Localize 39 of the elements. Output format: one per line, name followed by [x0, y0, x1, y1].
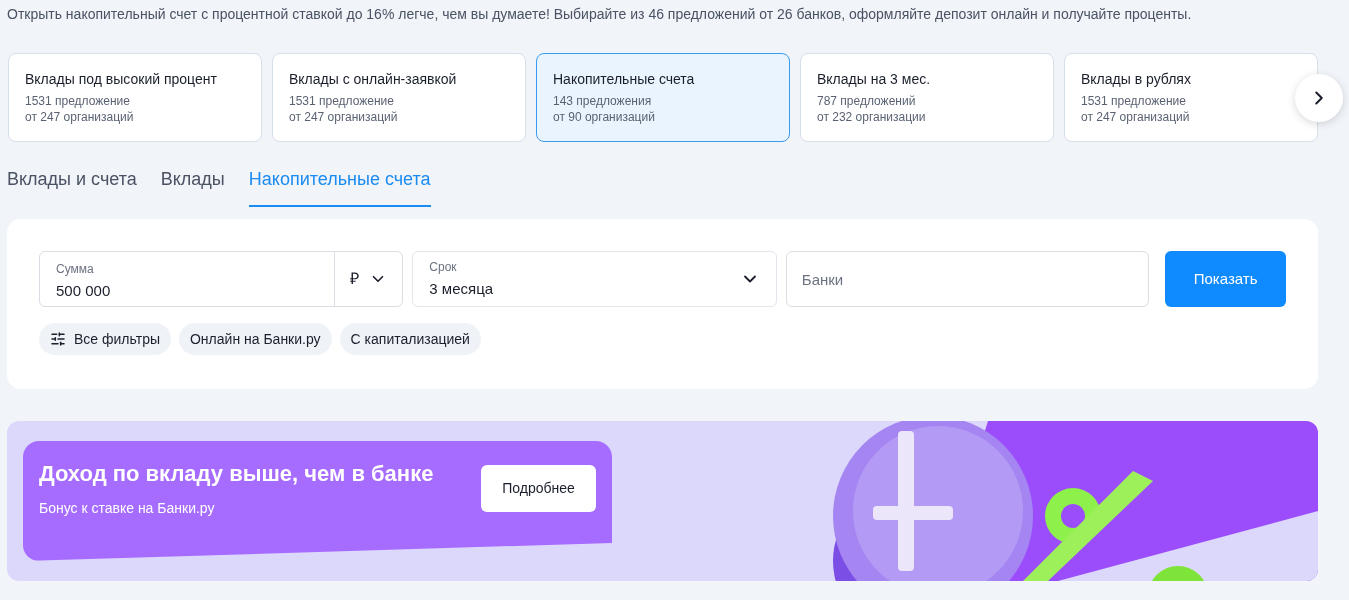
amount-field[interactable]: Сумма 500 000 ₽ [39, 251, 404, 307]
category-title: Вклады в рублях [1081, 70, 1192, 88]
organization-count: от 90 организаций [553, 109, 656, 125]
field-label: Сумма [56, 261, 95, 278]
offer-count: 143 предложения [553, 93, 653, 109]
filter-chip[interactable]: С капитализацией [339, 323, 481, 355]
offer-count: 1531 предложение [1081, 93, 1187, 109]
organization-count: от 247 организаций [1081, 109, 1191, 125]
tab[interactable]: Вклады и счета [7, 164, 137, 207]
promo-subtitle: Бонус к ставке на Банки.ру [39, 499, 216, 518]
offer-count: 1531 предложение [289, 93, 395, 109]
tab[interactable]: Вклады [160, 164, 225, 207]
more-button[interactable]: Подробнее [481, 465, 596, 512]
category-card[interactable]: Вклады на 3 мес. 787 предложений от 232 организации [800, 53, 1054, 142]
offer-count: 787 предложений [817, 93, 917, 109]
intro-text: Открыть накопительный счет с процентной ставкой до 16% легче, чем вы думаете! Выбирайте из 46 предложений от 26 банков, оформляйте депозит онлайн и получайте проценты. [6, 5, 1193, 24]
banks-field[interactable]: Банки [785, 251, 1150, 307]
category-card[interactable]: Вклады в рублях 1531 предложение от 247 организаций [1064, 53, 1318, 142]
organization-count: от 247 организаций [289, 109, 399, 125]
sliders-icon [50, 331, 66, 347]
category-card[interactable]: Накопительные счета 143 предложения от 90 организаций [536, 53, 790, 142]
category-title: Вклады под высокий процент [25, 70, 218, 88]
category-card[interactable]: Вклады под высокий процент 1531 предложение от 247 организаций [8, 53, 262, 142]
filter-chip[interactable]: Онлайн на Банки.ру [179, 323, 332, 355]
field-label: Срок [429, 258, 458, 276]
offer-count: 1531 предложение [25, 93, 131, 109]
field-value: 3 месяца [429, 278, 494, 299]
filter-chip[interactable]: Все фильтры [39, 323, 171, 355]
category-title: Вклады с онлайн-заявкой [289, 70, 458, 88]
organization-count: от 232 организации [817, 109, 927, 125]
category-card[interactable]: Вклады с онлайн-заявкой 1531 предложение от 247 организаций [272, 53, 526, 142]
next-button[interactable] [1295, 74, 1343, 122]
currency-select[interactable]: ₽ [334, 252, 403, 306]
organization-count: от 247 организаций [25, 109, 135, 125]
field-value: 500 000 [56, 281, 112, 301]
promo-title: Доход по вкладу выше, чем в банке [39, 460, 434, 488]
category-title: Вклады на 3 мес. [817, 70, 932, 88]
category-title: Накопительные счета [553, 70, 696, 88]
term-select[interactable]: Срок 3 месяца [412, 251, 777, 307]
